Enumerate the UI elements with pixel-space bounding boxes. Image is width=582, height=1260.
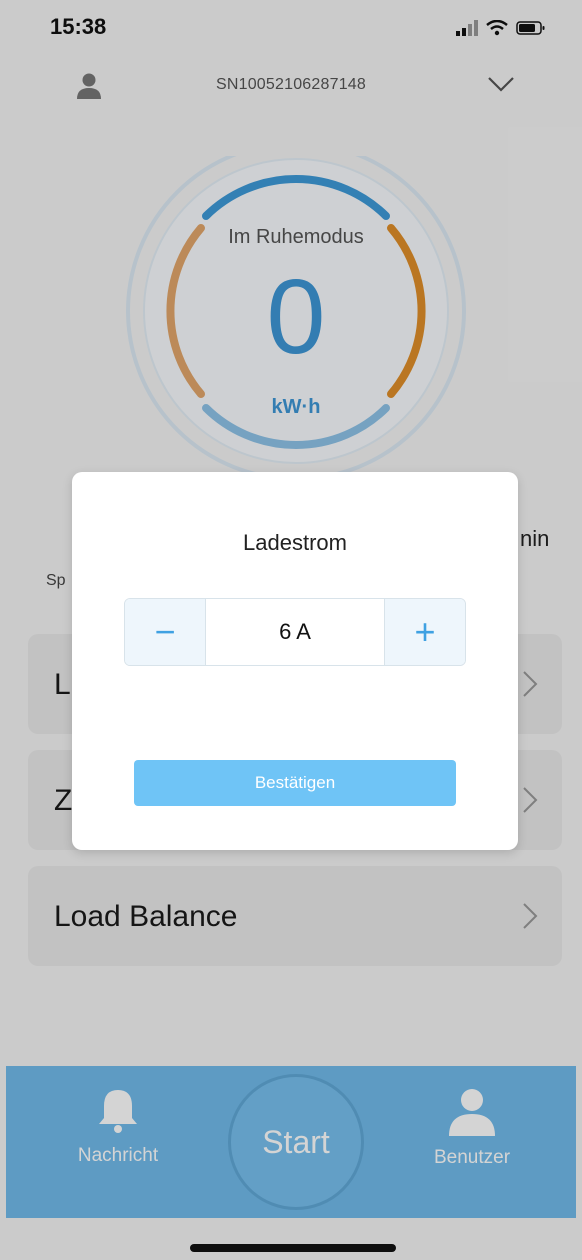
confirm-button[interactable]: Bestätigen [134,760,456,806]
increase-button[interactable]: + [385,599,465,665]
dialog-title: Ladestrom [243,530,347,555]
decrease-button[interactable]: − [125,599,205,665]
charging-current-dialog: Ladestrom − 6 A + Bestätigen [72,472,518,850]
current-stepper: − 6 A + [124,598,466,666]
current-value[interactable]: 6 A [205,599,385,665]
app-screen: 15:38 SN10052106287148 Im Ruhemodus 0 kW… [0,0,582,1260]
